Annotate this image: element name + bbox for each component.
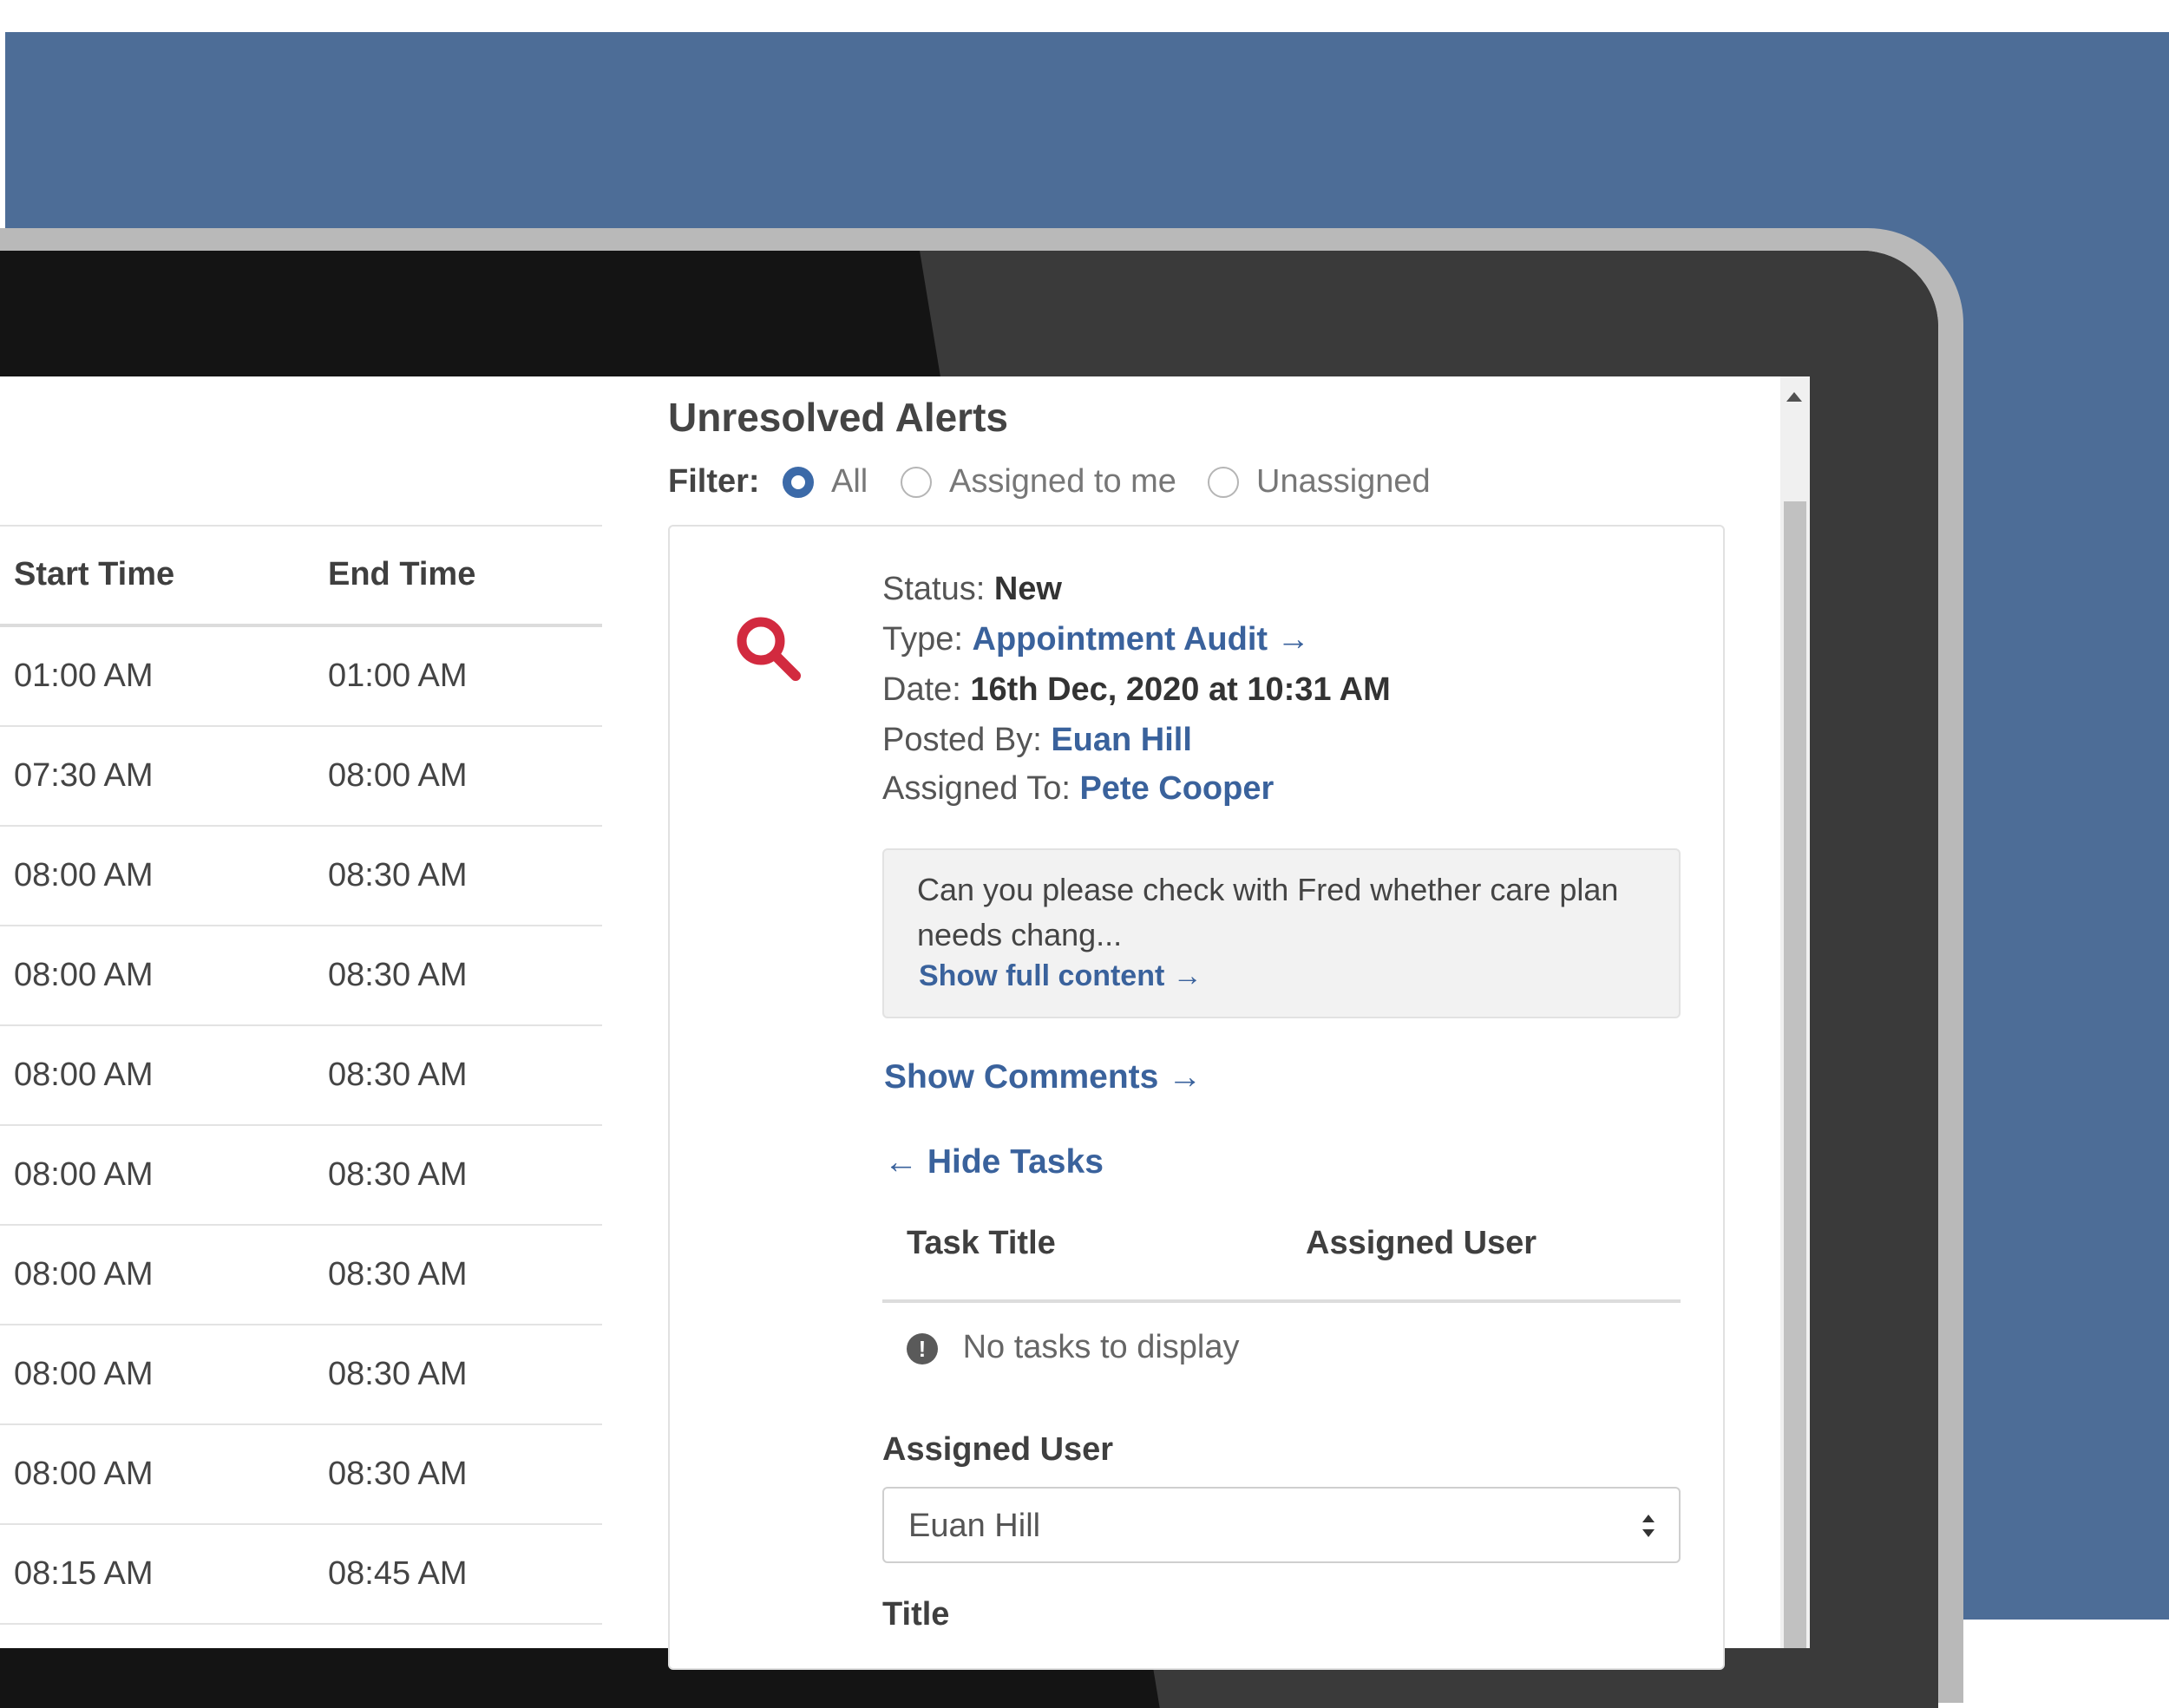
filter-label: Filter: xyxy=(668,463,760,500)
arrow-right-icon[interactable]: → xyxy=(1277,621,1310,658)
start-time-cell: 08:00 AM xyxy=(14,1156,154,1193)
assigned-to-link[interactable]: Pete Cooper xyxy=(1079,770,1274,807)
end-time-cell: 08:00 AM xyxy=(328,757,468,794)
hide-tasks-label[interactable]: Hide Tasks xyxy=(927,1143,1104,1181)
posted-by-link[interactable]: Euan Hill xyxy=(1051,722,1192,758)
posted-by-label: Posted By: xyxy=(882,722,1042,758)
start-time-cell: 08:00 AM xyxy=(14,1057,154,1093)
type-label: Type: xyxy=(882,621,963,658)
filter-assigned-to-me-label[interactable]: Assigned to me xyxy=(949,463,1176,501)
end-time-cell: 08:30 AM xyxy=(328,1456,468,1492)
assigned-user-header[interactable]: Assigned User xyxy=(1306,1225,1537,1262)
start-time-cell: 08:00 AM xyxy=(14,857,154,893)
filter-unassigned-label[interactable]: Unassigned xyxy=(1256,463,1431,501)
end-time-cell: 08:30 AM xyxy=(328,857,468,893)
start-time-cell: 08:15 AM xyxy=(14,1555,154,1592)
table-row[interactable]: 08:00 AM 08:30 AM xyxy=(0,1226,602,1325)
table-row[interactable]: 08:00 AM 08:30 AM xyxy=(0,1126,602,1226)
show-comments-link[interactable]: Show Comments → xyxy=(884,1058,1202,1096)
alert-assigned-to: Assigned To: Pete Cooper xyxy=(882,770,1274,808)
assigned-user-label: Assigned User xyxy=(882,1431,1114,1468)
schedule-table: Start Time End Time 01:00 AM 01:00 AM 07:3… xyxy=(0,525,602,1625)
no-tasks-message: ! No tasks to display xyxy=(907,1329,1239,1366)
tasks-table-header: Task Title Assigned User xyxy=(882,1206,1681,1303)
end-time-cell: 08:45 AM xyxy=(328,1555,468,1592)
start-time-cell: 01:00 AM xyxy=(14,658,154,694)
end-time-header[interactable]: End Time xyxy=(328,556,475,593)
table-row[interactable]: 07:30 AM 08:00 AM xyxy=(0,727,602,827)
alert-message-box: Can you please check with Fred whether c… xyxy=(882,848,1681,1018)
start-time-cell: 08:00 AM xyxy=(14,1356,154,1392)
alert-message-text: Can you please check with Fred whether c… xyxy=(917,872,1619,952)
table-row[interactable]: 08:00 AM 08:30 AM xyxy=(0,1026,602,1126)
filter-assigned-to-me-radio[interactable] xyxy=(901,467,932,498)
info-icon: ! xyxy=(907,1332,938,1364)
alert-type: Type: Appointment Audit → xyxy=(882,621,1310,658)
end-time-cell: 08:30 AM xyxy=(328,1156,468,1193)
end-time-cell: 08:30 AM xyxy=(328,1057,468,1093)
status-value: New xyxy=(993,571,1062,607)
scroll-up-arrow-icon[interactable] xyxy=(1786,392,1802,402)
type-link[interactable]: Appointment Audit xyxy=(973,621,1268,658)
show-comments-label[interactable]: Show Comments xyxy=(884,1058,1158,1096)
start-time-cell: 07:30 AM xyxy=(14,757,154,794)
scrollbar-thumb[interactable] xyxy=(1784,501,1806,1648)
filter-all-radio[interactable] xyxy=(783,467,814,498)
start-time-cell: 08:00 AM xyxy=(14,1256,154,1292)
table-row[interactable]: 08:00 AM 08:30 AM xyxy=(0,1425,602,1525)
show-full-content-link[interactable]: Show full content → xyxy=(919,959,1202,993)
hide-tasks-link[interactable]: ← Hide Tasks xyxy=(884,1143,1104,1181)
date-value: 16th Dec, 2020 at 10:31 AM xyxy=(970,671,1391,708)
alerts-title: Unresolved Alerts xyxy=(668,395,1008,440)
assigned-to-label: Assigned To: xyxy=(882,770,1071,807)
schedule-table-body: 01:00 AM 01:00 AM 07:30 AM 08:00 AM 08:00 AM… xyxy=(0,627,602,1625)
start-time-cell: 08:00 AM xyxy=(14,1456,154,1492)
start-time-cell: 08:00 AM xyxy=(14,957,154,993)
date-label: Date: xyxy=(882,671,961,708)
table-row[interactable]: 08:00 AM 08:30 AM xyxy=(0,827,602,926)
table-row[interactable]: 08:00 AM 08:30 AM xyxy=(0,926,602,1026)
arrow-left-icon[interactable]: ← xyxy=(884,1143,918,1181)
filter-unassigned-radio[interactable] xyxy=(1208,467,1239,498)
end-time-cell: 08:30 AM xyxy=(328,1356,468,1392)
search-icon xyxy=(737,617,801,681)
table-row[interactable]: 08:15 AM 08:45 AM xyxy=(0,1525,602,1625)
table-row[interactable]: 08:00 AM 08:30 AM xyxy=(0,1325,602,1425)
alert-posted-by: Posted By: Euan Hill xyxy=(882,722,1192,759)
table-row[interactable]: 01:00 AM 01:00 AM xyxy=(0,627,602,727)
alert-status: Status: New xyxy=(882,571,1062,608)
assigned-user-select-value[interactable]: Euan Hill xyxy=(908,1508,1040,1545)
alert-date: Date: 16th Dec, 2020 at 10:31 AM xyxy=(882,671,1391,709)
status-label: Status: xyxy=(882,571,986,607)
task-title-header[interactable]: Task Title xyxy=(907,1225,1056,1262)
filter-all-label[interactable]: All xyxy=(831,463,868,501)
end-time-cell: 08:30 AM xyxy=(328,957,468,993)
arrow-right-icon[interactable]: → xyxy=(1173,959,1202,992)
no-tasks-text: No tasks to display xyxy=(962,1329,1240,1365)
assigned-user-select[interactable]: Euan Hill xyxy=(882,1487,1681,1563)
start-time-header[interactable]: Start Time xyxy=(14,556,174,593)
end-time-cell: 01:00 AM xyxy=(328,658,468,694)
title-field-label: Title xyxy=(882,1596,950,1633)
arrow-right-icon[interactable]: → xyxy=(1168,1058,1202,1096)
sort-caret-icon[interactable] xyxy=(1641,1511,1656,1541)
show-full-content-label[interactable]: Show full content xyxy=(919,959,1164,992)
end-time-cell: 08:30 AM xyxy=(328,1256,468,1292)
schedule-table-header: Start Time End Time xyxy=(0,525,602,627)
